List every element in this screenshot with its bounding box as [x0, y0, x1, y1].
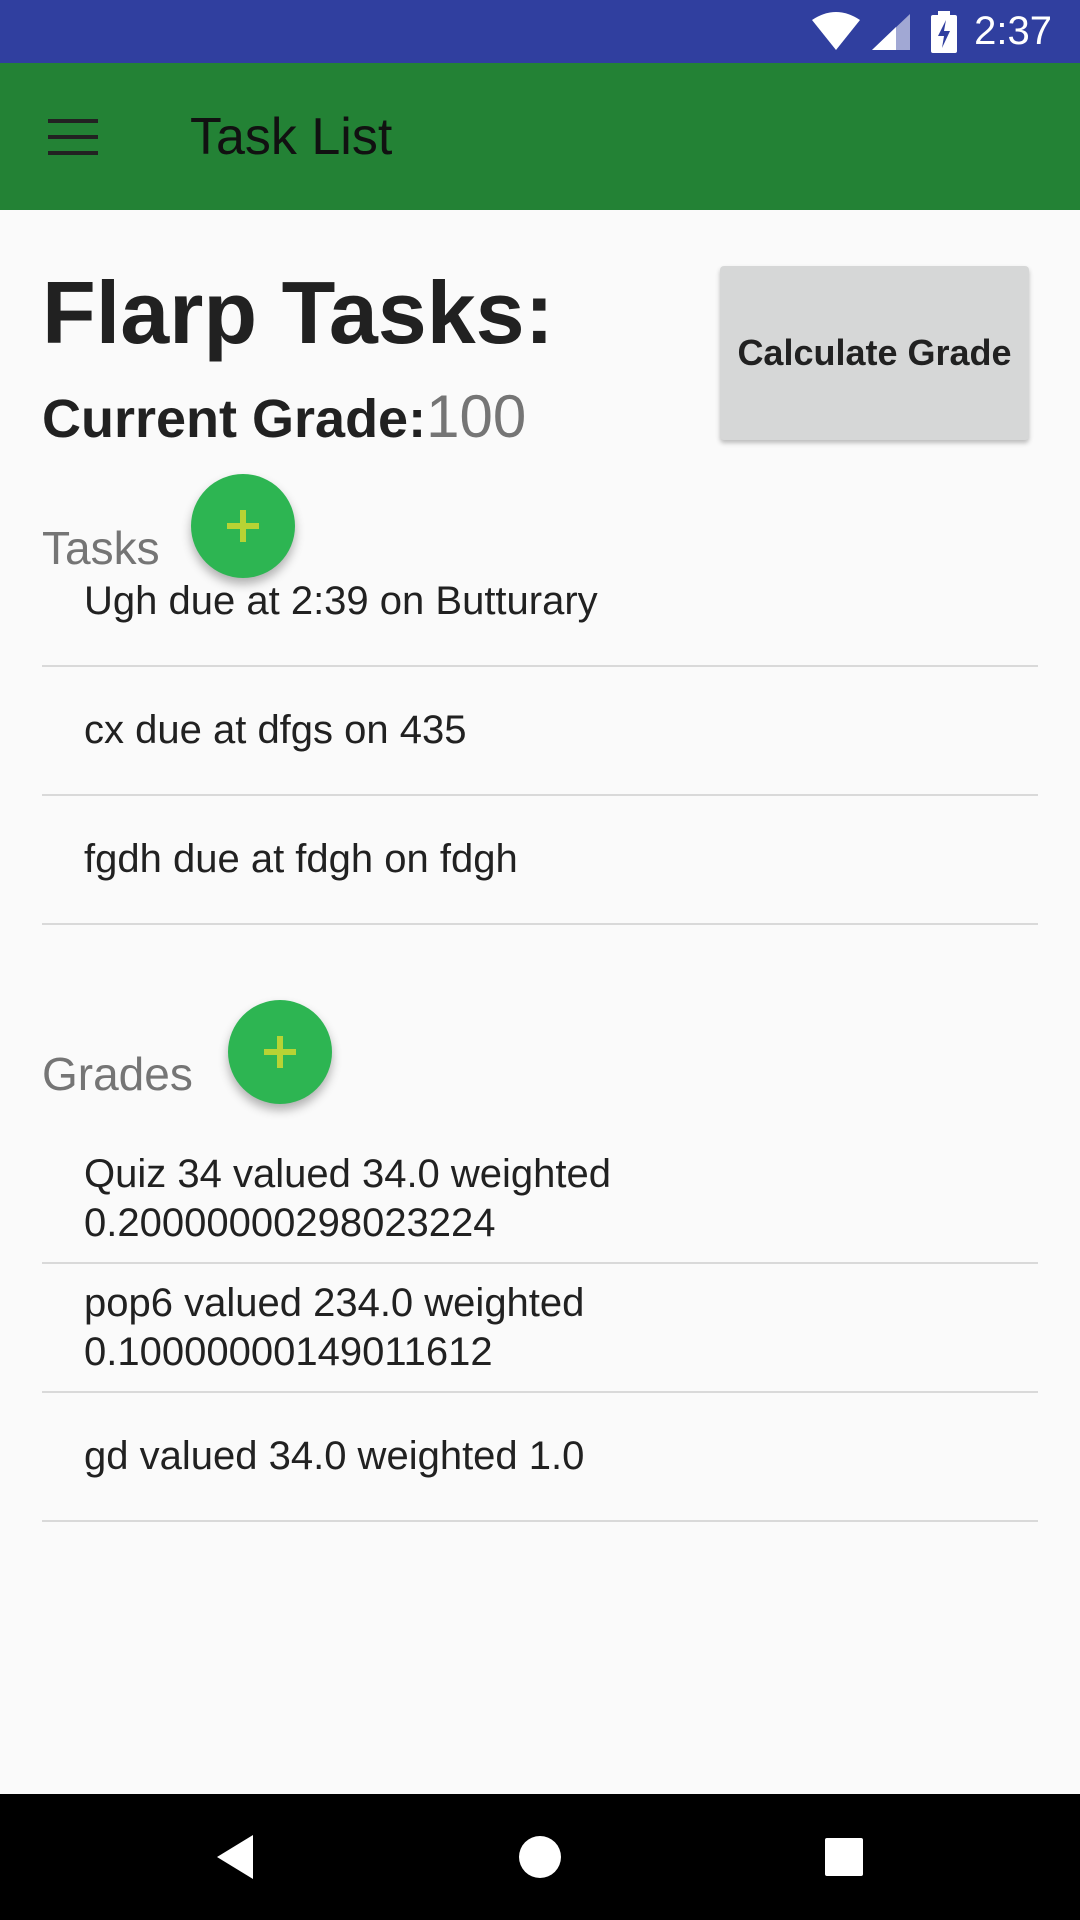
grades-section-label: Grades	[42, 1048, 193, 1100]
task-item[interactable]: Ugh due at 2:39 on Butturary	[42, 538, 1038, 667]
status-icons: 2:37	[810, 0, 1052, 63]
task-item[interactable]: cx due at dfgs on 435	[42, 667, 1038, 796]
app-title: Task List	[190, 107, 393, 166]
recents-square-icon[interactable]	[781, 1794, 907, 1920]
status-bar: 2:37	[0, 0, 1080, 63]
grade-item[interactable]: Quiz 34 valued 34.0 weighted 0.200000002…	[42, 1135, 1038, 1264]
back-triangle-icon[interactable]	[172, 1794, 298, 1920]
grade-item[interactable]: pop6 valued 234.0 weighted 0.10000000149…	[42, 1264, 1038, 1393]
task-item[interactable]: fgdh due at fdgh on fdgh	[42, 796, 1038, 925]
grade-item[interactable]: gd valued 34.0 weighted 1.0	[42, 1393, 1038, 1522]
calculate-grade-button[interactable]: Calculate Grade	[720, 266, 1029, 440]
navigation-bar	[0, 1794, 1080, 1920]
page-title: Flarp Tasks:	[42, 263, 554, 362]
grade-list: Quiz 34 valued 34.0 weighted 0.200000002…	[42, 1135, 1038, 1522]
battery-charging-icon	[931, 10, 958, 53]
app-bar: Task List	[0, 63, 1080, 210]
status-time: 2:37	[974, 9, 1052, 53]
cell-signal-icon	[872, 13, 911, 50]
add-grade-button[interactable]	[228, 1000, 332, 1104]
wifi-icon	[812, 11, 861, 50]
plus-icon	[264, 1036, 296, 1068]
hamburger-menu-icon[interactable]	[30, 103, 116, 171]
home-circle-icon[interactable]	[477, 1794, 603, 1920]
current-grade-label: Current Grade:	[42, 389, 427, 449]
task-list: Ugh due at 2:39 on Butturary cx due at d…	[42, 538, 1038, 925]
current-grade: Current Grade: 100	[42, 382, 526, 451]
current-grade-value: 100	[426, 383, 527, 450]
